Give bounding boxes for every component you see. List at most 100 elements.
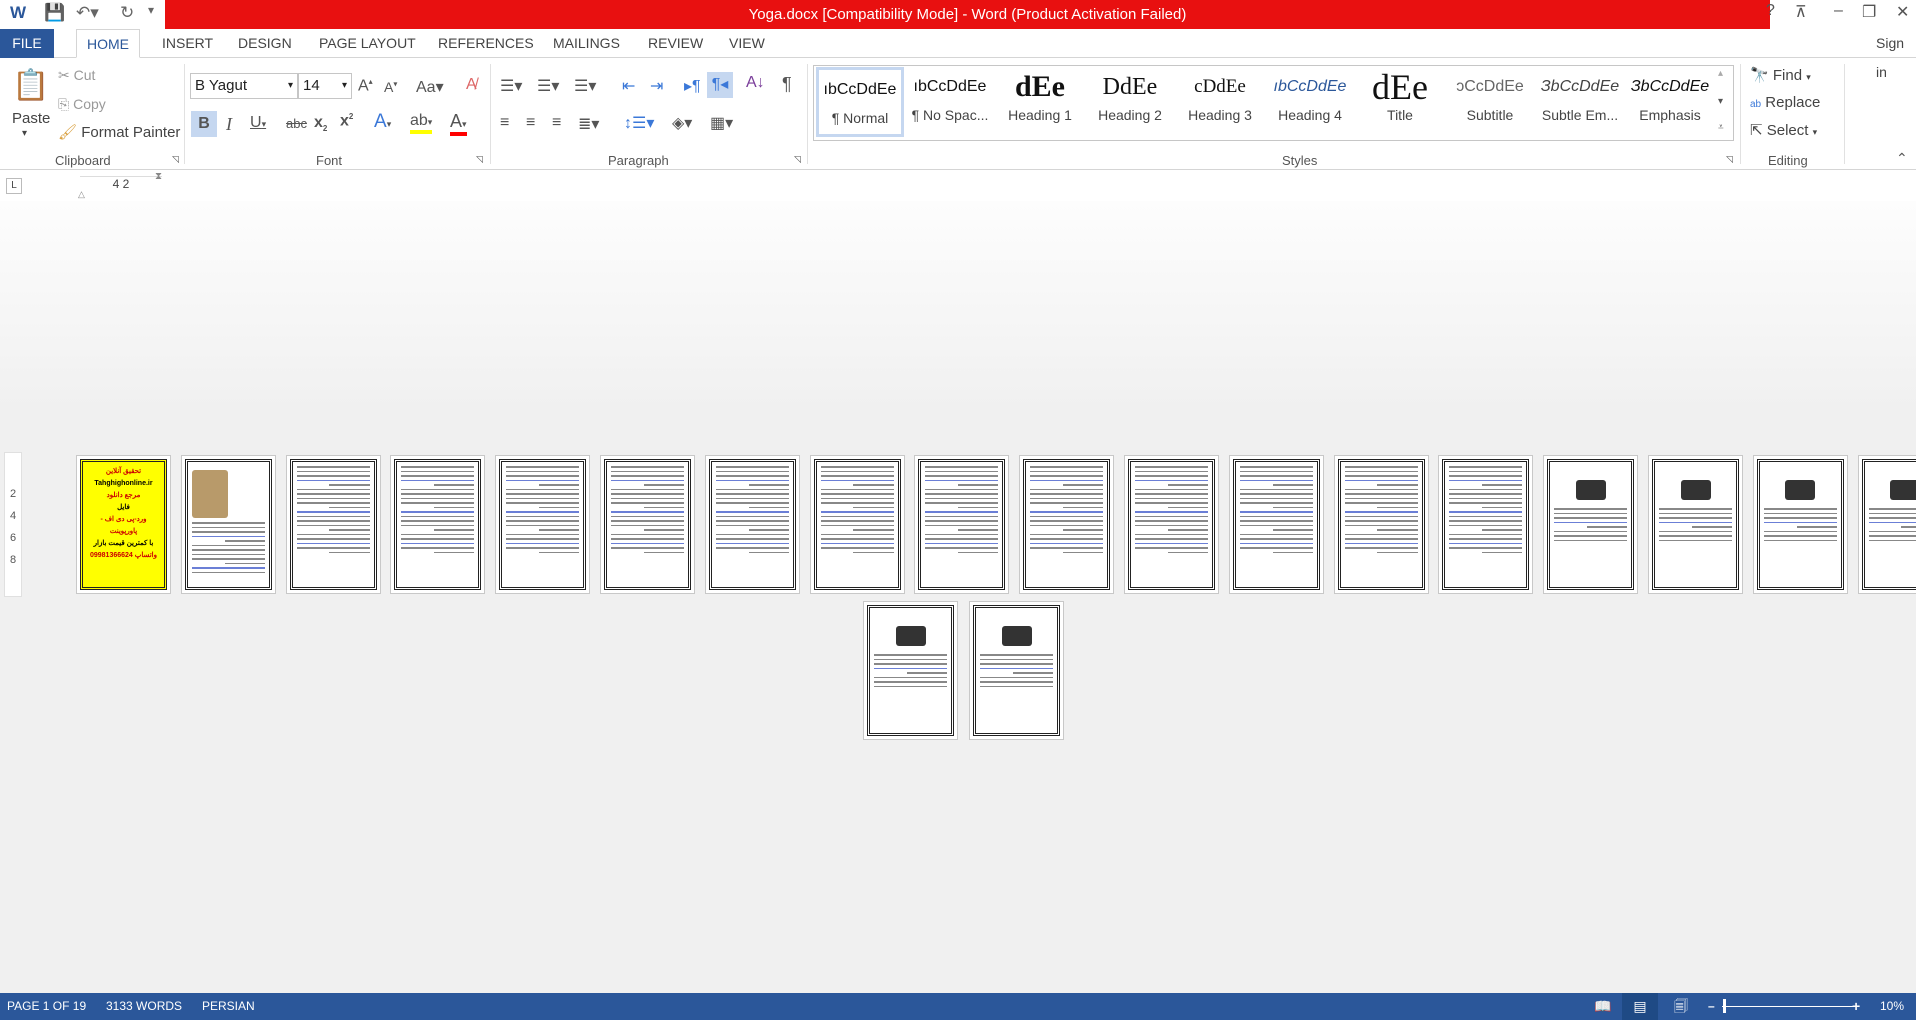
superscript-button[interactable]: x2: [340, 112, 353, 130]
borders-icon[interactable]: ▦▾: [710, 113, 733, 133]
tab-references[interactable]: REFERENCES: [428, 29, 544, 58]
page-thumbnail[interactable]: [1752, 455, 1848, 594]
save-icon[interactable]: 💾: [44, 3, 65, 23]
gallery-more-icon[interactable]: ⩡: [1718, 122, 1724, 133]
underline-button[interactable]: U▾: [250, 114, 266, 132]
tab-insert[interactable]: INSERT: [152, 29, 223, 58]
tab-design[interactable]: DESIGN: [228, 29, 302, 58]
cut-button[interactable]: ✂ Cut: [58, 67, 95, 84]
collapse-ribbon-icon[interactable]: ⌃: [1896, 150, 1908, 167]
style-normal[interactable]: ıbCcDdEe ¶ Normal: [816, 67, 904, 137]
vertical-ruler[interactable]: 2 4 6 8: [4, 452, 22, 597]
tab-selector-icon[interactable]: L: [6, 178, 22, 194]
sign-in-link[interactable]: Sign in: [1866, 29, 1916, 80]
font-color-icon[interactable]: A▾: [450, 111, 467, 136]
align-left-icon[interactable]: ≡: [500, 114, 509, 132]
zoom-out-button[interactable]: –: [1708, 993, 1715, 1020]
page-thumbnail[interactable]: [704, 455, 800, 594]
shrink-font-icon[interactable]: A▾: [384, 79, 397, 95]
page-thumbnail[interactable]: [600, 455, 695, 594]
word-count[interactable]: 3133 WORDS: [106, 993, 182, 1020]
dialog-launcher-icon[interactable]: ◹: [1726, 154, 1733, 165]
style-subtle-em[interactable]: ЗbCcDdEe Subtle Em...: [1536, 67, 1624, 137]
zoom-level[interactable]: 10%: [1880, 993, 1904, 1020]
page-thumbnail[interactable]: [1124, 455, 1219, 594]
dialog-launcher-icon[interactable]: ◹: [794, 154, 801, 165]
close-icon[interactable]: ✕: [1896, 2, 1909, 22]
page-thumbnail[interactable]: [914, 455, 1010, 594]
text-effects-icon[interactable]: A▾: [374, 111, 391, 133]
line-spacing-icon[interactable]: ↕☰▾: [624, 113, 654, 133]
strikethrough-button[interactable]: abc: [286, 116, 307, 131]
page-thumbnail[interactable]: [1857, 455, 1916, 594]
increase-indent-icon[interactable]: ⇥: [650, 76, 663, 96]
undo-icon[interactable]: ↶▾: [76, 3, 99, 23]
style-heading-3[interactable]: cDdEe Heading 3: [1176, 67, 1264, 137]
tab-home[interactable]: HOME: [76, 29, 140, 58]
gallery-scroll-down-icon[interactable]: ▾: [1718, 96, 1723, 107]
horizontal-ruler[interactable]: L 4 2 △ ⧗: [0, 171, 1916, 201]
highlight-color-icon[interactable]: ab▾: [410, 112, 433, 134]
font-name-dropdown[interactable]: B Yagut ▾: [190, 73, 298, 99]
style-heading-2[interactable]: DdEe Heading 2: [1086, 67, 1174, 137]
gallery-scroll-up-icon[interactable]: ▴: [1718, 68, 1723, 79]
tab-view[interactable]: VIEW: [719, 29, 775, 58]
copy-button[interactable]: ⎘ Copy: [58, 96, 106, 113]
customize-quick-access-icon[interactable]: ▾: [148, 3, 154, 17]
select-button[interactable]: ⇱ Select ▾: [1750, 121, 1817, 139]
sort-icon[interactable]: A↓: [746, 74, 765, 92]
dialog-launcher-icon[interactable]: ◹: [172, 154, 179, 165]
web-layout-icon[interactable]: 🗐: [1674, 993, 1688, 1020]
grow-font-icon[interactable]: A▴: [358, 77, 373, 95]
ribbon-display-options-icon[interactable]: ⊼: [1795, 2, 1807, 22]
page-thumbnail[interactable]: [180, 455, 276, 594]
page-thumbnail[interactable]: تحقیق آنلاین Tahghighonline.ir مرجع دانلود…: [76, 455, 171, 594]
italic-button[interactable]: I: [226, 114, 232, 135]
redo-icon[interactable]: ↻: [120, 3, 134, 23]
help-icon[interactable]: ?: [1766, 2, 1775, 20]
style-title[interactable]: dEe Title: [1356, 67, 1444, 137]
bold-button[interactable]: B: [191, 111, 217, 137]
subscript-button[interactable]: x2: [314, 114, 327, 133]
tab-mailings[interactable]: MAILINGS: [543, 29, 630, 58]
page-thumbnail[interactable]: [390, 455, 486, 594]
bullets-icon[interactable]: ☰▾: [500, 76, 522, 96]
minimize-icon[interactable]: –: [1834, 2, 1843, 20]
page-thumbnail[interactable]: [809, 455, 905, 594]
style-subtitle[interactable]: ɔCcDdEe Subtitle: [1446, 67, 1534, 137]
rtl-button[interactable]: ¶◂: [707, 72, 733, 98]
ltr-icon[interactable]: ▸¶: [684, 76, 701, 96]
style-heading-4[interactable]: ıbCcDdEe Heading 4: [1266, 67, 1354, 137]
paste-icon[interactable]: 📋: [12, 68, 49, 103]
style-emphasis[interactable]: ЗbCcDdEe Emphasis: [1626, 67, 1714, 137]
tab-review[interactable]: REVIEW: [638, 29, 713, 58]
zoom-in-button[interactable]: +: [1852, 993, 1860, 1020]
page-thumbnail[interactable]: [495, 455, 591, 594]
replace-button[interactable]: ab Replace: [1750, 94, 1820, 111]
format-painter-button[interactable]: 🖌 Format Painter: [58, 123, 180, 141]
right-indent-marker-icon[interactable]: ⧗: [155, 171, 162, 182]
numbering-icon[interactable]: ☰▾: [537, 76, 559, 96]
justify-icon[interactable]: ≣▾: [578, 114, 599, 134]
clear-formatting-icon[interactable]: A̸: [466, 76, 477, 94]
paste-button[interactable]: Paste: [12, 110, 50, 127]
tab-file[interactable]: FILE: [0, 29, 54, 58]
restore-icon[interactable]: ❐: [1862, 2, 1876, 22]
indent-marker-icon[interactable]: △: [78, 189, 85, 200]
zoom-slider-thumb[interactable]: [1723, 999, 1726, 1013]
page-count[interactable]: PAGE 1 OF 19: [7, 993, 86, 1020]
font-size-dropdown[interactable]: 14 ▾: [298, 73, 352, 99]
print-layout-icon[interactable]: ▤: [1622, 993, 1658, 1020]
paste-dropdown-icon[interactable]: ▾: [22, 128, 27, 139]
language[interactable]: PERSIAN: [202, 993, 255, 1020]
page-thumbnail[interactable]: [1438, 455, 1534, 594]
style-heading-1[interactable]: dEe Heading 1: [996, 67, 1084, 137]
style-no-spac[interactable]: ıbCcDdEe ¶ No Spac...: [906, 67, 994, 137]
page-thumbnail[interactable]: [969, 601, 1064, 740]
change-case-button[interactable]: Aa▾: [416, 77, 444, 97]
read-mode-icon[interactable]: 📖: [1594, 993, 1611, 1020]
page-thumbnail[interactable]: [285, 455, 381, 594]
page-thumbnail[interactable]: [1019, 455, 1115, 594]
page-thumbnail[interactable]: [1648, 455, 1743, 594]
page-thumbnail[interactable]: [1543, 455, 1639, 594]
